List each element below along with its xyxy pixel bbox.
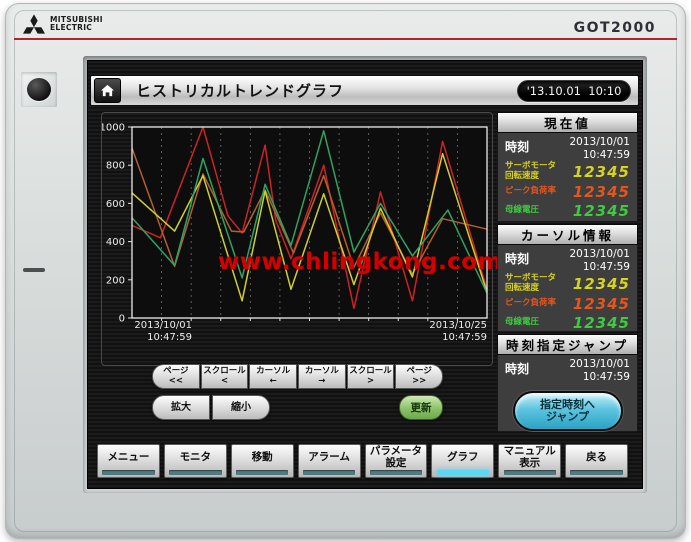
menu-label: マニュアル 表示 xyxy=(504,446,556,469)
current-value-panel: 現在値 時刻 2013/10/01 10:47:59 サーボモータ 回転速度 1… xyxy=(497,112,638,222)
got2000-logo: GOT2000 xyxy=(574,20,656,36)
metric-label: サーボモータ 回転速度 xyxy=(505,274,556,294)
double-chevron-right-icon: >> xyxy=(412,377,426,387)
home-button[interactable] xyxy=(94,78,121,103)
menu-label: 移動 xyxy=(252,452,273,464)
metric-row: ピーク負荷率 12345 xyxy=(505,295,630,313)
cursor-right-button[interactable]: カーソル → xyxy=(298,364,346,389)
scroll-right-button[interactable]: スクロール > xyxy=(347,364,395,389)
menu-label: メニュー xyxy=(107,452,149,464)
menu-label: グラフ xyxy=(447,452,479,464)
chevron-right-icon: > xyxy=(367,377,374,387)
menu-label: アラーム xyxy=(308,452,350,464)
svg-text:200: 200 xyxy=(106,275,125,286)
mitsubishi-logo: MITSUBISHI ELECTRIC xyxy=(23,14,103,34)
menu-underline xyxy=(370,470,422,475)
menu-item-move[interactable]: 移動 xyxy=(231,444,294,478)
panel-title: 現在値 xyxy=(497,112,638,133)
chart-control-row: ページ << スクロール < カーソル ← カーソル → スクロール > xyxy=(152,364,443,389)
metric-value: 12345 xyxy=(573,202,630,220)
metric-label: サーボモータ 回転速度 xyxy=(505,162,556,182)
menu-label: モニタ xyxy=(180,452,212,464)
update-button[interactable]: 更新 xyxy=(399,395,443,420)
metric-label: ピーク負荷率 xyxy=(505,299,556,309)
metric-row: ピーク負荷率 12345 xyxy=(505,183,630,201)
menu-underline xyxy=(570,470,622,475)
arrow-left-icon: ← xyxy=(270,377,277,387)
metric-value: 12345 xyxy=(573,314,630,332)
svg-text:800: 800 xyxy=(106,161,125,172)
cursor-left-button[interactable]: カーソル ← xyxy=(249,364,297,389)
zoom-in-button[interactable]: 拡大 xyxy=(152,395,210,420)
metric-label: ピーク負荷率 xyxy=(505,187,556,197)
menu-bar: メニュー モニタ 移動 アラーム パラメータ 設定 xyxy=(97,444,628,478)
time-value: 2013/10/01 10:47:59 xyxy=(569,248,630,273)
clock-display: '13.10.01 10:10 xyxy=(517,80,631,102)
metric-value: 12345 xyxy=(573,183,630,201)
time-jump-panel: 時刻指定ジャンプ 時刻 2013/10/01 10:47:59 指定時刻へ ジャ… xyxy=(497,334,638,432)
svg-text:600: 600 xyxy=(106,199,125,210)
zoom-control-row: 拡大 縮小 xyxy=(152,395,270,420)
mitsubishi-diamonds-icon xyxy=(23,14,45,34)
svg-text:1000: 1000 xyxy=(102,123,125,134)
zoom-out-button[interactable]: 縮小 xyxy=(212,395,270,420)
page-title: ヒストリカルトレンドグラフ xyxy=(136,80,344,101)
menu-underline xyxy=(504,470,556,475)
scroll-left-button[interactable]: スクロール < xyxy=(201,364,249,389)
metric-label: 母線電圧 xyxy=(505,206,539,216)
chevron-left-icon: < xyxy=(221,377,228,387)
menu-item-parameter-settings[interactable]: パラメータ 設定 xyxy=(365,444,428,478)
svg-text:400: 400 xyxy=(106,237,125,248)
menu-item-manual-display[interactable]: マニュアル 表示 xyxy=(498,444,561,478)
bezel-red-line xyxy=(14,38,677,40)
menu-item-back[interactable]: 戻る xyxy=(565,444,628,478)
screen-frame: ヒストリカルトレンドグラフ '13.10.01 10:10 0200400600… xyxy=(83,56,647,493)
x-axis-start-label: 2013/10/01 10:47:59 xyxy=(122,320,192,344)
metric-value: 12345 xyxy=(573,275,630,293)
time-value: 2013/10/01 10:47:59 xyxy=(569,358,630,383)
bezel-dash-mark xyxy=(23,268,45,272)
time-label: 時刻 xyxy=(505,248,529,267)
menu-underline xyxy=(437,470,489,475)
menu-underline xyxy=(303,470,355,475)
menu-item-monitor[interactable]: モニタ xyxy=(164,444,227,478)
menu-label: 戻る xyxy=(586,452,607,464)
metric-value: 12345 xyxy=(573,295,630,313)
menu-item-alarm[interactable]: アラーム xyxy=(298,444,361,478)
time-value: 2013/10/01 10:47:59 xyxy=(569,136,630,161)
metric-row: サーボモータ 回転速度 12345 xyxy=(505,274,630,294)
page-back-button[interactable]: ページ << xyxy=(152,364,200,389)
metric-value: 12345 xyxy=(573,163,630,181)
brand-line2: ELECTRIC xyxy=(50,24,103,32)
x-axis-end-label: 2013/10/25 10:47:59 xyxy=(407,320,487,344)
info-sidebar: 現在値 時刻 2013/10/01 10:47:59 サーボモータ 回転速度 1… xyxy=(497,112,638,434)
cursor-info-panel: カーソル情報 時刻 2013/10/01 10:47:59 サーボモータ 回転速… xyxy=(497,224,638,332)
title-bar: ヒストリカルトレンドグラフ '13.10.01 10:10 xyxy=(90,75,639,106)
home-icon xyxy=(100,84,115,97)
double-chevron-left-icon: << xyxy=(169,377,183,387)
menu-underline xyxy=(169,470,221,475)
bezel-button-knob xyxy=(27,78,51,101)
metric-label: 母線電圧 xyxy=(505,318,539,328)
metric-row: 母線電圧 12345 xyxy=(505,314,630,332)
panel-title: カーソル情報 xyxy=(497,224,638,245)
got2000-device: MITSUBISHI ELECTRIC GOT2000 ヒストリカルトレンドグラ… xyxy=(5,3,686,539)
panel-title: 時刻指定ジャンプ xyxy=(497,334,638,355)
menu-underline xyxy=(236,470,288,475)
touchscreen: ヒストリカルトレンドグラフ '13.10.01 10:10 0200400600… xyxy=(87,60,643,489)
jump-to-time-button[interactable]: 指定時刻へ ジャンプ xyxy=(513,391,623,431)
menu-label: パラメータ 設定 xyxy=(370,446,422,469)
menu-item-menu[interactable]: メニュー xyxy=(97,444,160,478)
menu-underline xyxy=(102,470,154,475)
time-label: 時刻 xyxy=(505,136,529,155)
metric-row: 母線電圧 12345 xyxy=(505,202,630,220)
bezel-round-button[interactable] xyxy=(21,72,57,107)
arrow-right-icon: → xyxy=(318,377,325,387)
metric-row: サーボモータ 回転速度 12345 xyxy=(505,162,630,182)
watermark: www.chlingkong.com xyxy=(218,249,502,275)
trend-chart: 02004006008001000 2013/10/01 10:47:59 20… xyxy=(101,112,493,366)
menu-item-graph[interactable]: グラフ xyxy=(431,444,494,478)
page-forward-button[interactable]: ページ >> xyxy=(395,364,443,389)
time-label: 時刻 xyxy=(505,358,529,377)
